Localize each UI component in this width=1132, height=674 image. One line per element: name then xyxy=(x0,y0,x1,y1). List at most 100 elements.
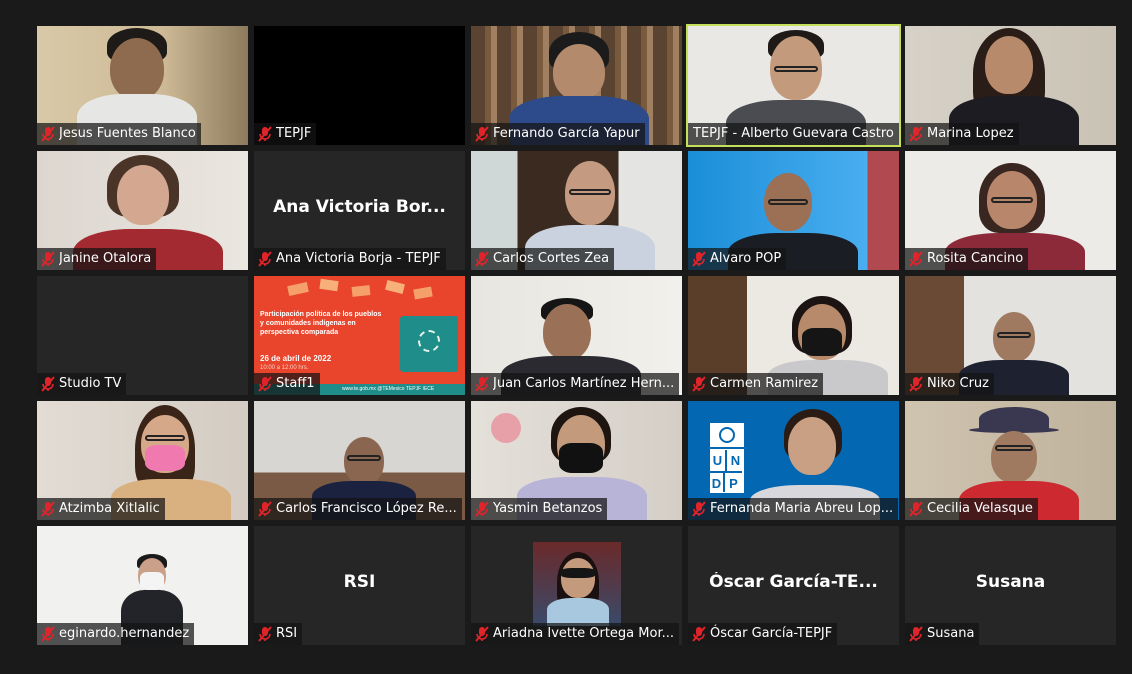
participant-name: Rosita Cancino xyxy=(927,251,1024,266)
participant-name: TEPJF xyxy=(276,126,312,141)
undp-logo: U N D P xyxy=(710,423,744,493)
video-tile-niko-cruz[interactable]: Niko Cruz xyxy=(905,276,1116,395)
un-emblem-icon xyxy=(719,427,735,443)
participant-name-bar: Marina Lopez xyxy=(905,123,1019,145)
video-tile-jesus-fuentes-blanco[interactable]: Jesus Fuentes Blanco xyxy=(37,26,248,145)
video-tile-fernanda-maria-abreu[interactable]: U N D P Fernanda Maria Abreu Lop... xyxy=(688,401,899,520)
participant-name: RSI xyxy=(276,626,298,641)
undp-letter: U xyxy=(710,449,727,471)
mic-muted-icon xyxy=(909,501,923,517)
video-tile-atzimba-xitlalic[interactable]: Atzimba Xitlalic xyxy=(37,401,248,520)
participant-name-bar: TEPJF - Alberto Guevara Castro xyxy=(688,123,899,145)
participant-name-bar: RSI xyxy=(254,623,303,645)
mic-muted-icon xyxy=(909,126,923,142)
participant-name-bar: Carlos Cortes Zea xyxy=(471,248,615,270)
participant-name: Carmen Ramirez xyxy=(710,376,819,391)
participant-name: Jesus Fuentes Blanco xyxy=(59,126,196,141)
participant-name-bar: Ana Victoria Borja - TEPJF xyxy=(254,248,446,270)
participant-name: Carlos Francisco López Re... xyxy=(276,501,457,516)
participant-name-bar: Niko Cruz xyxy=(905,373,994,395)
slide-date: 26 de abril de 2022 xyxy=(260,354,332,363)
video-tile-alvaro-pop[interactable]: Alvaro POP xyxy=(688,151,899,270)
participant-name: Marina Lopez xyxy=(927,126,1014,141)
participant-name: TEPJF - Alberto Guevara Castro xyxy=(693,126,894,141)
slide-footer: www.te.gob.mx @TEMexico TEPJF IECE xyxy=(342,386,435,392)
video-tile-carlos-francisco-lopez[interactable]: Carlos Francisco López Re... xyxy=(254,401,465,520)
mic-muted-icon xyxy=(41,501,55,517)
mic-muted-icon xyxy=(258,251,272,267)
meeting-window: Jesus Fuentes Blanco TEPJF Fernando Garc… xyxy=(0,0,1132,674)
video-tile-yasmin-betanzos[interactable]: Yasmin Betanzos xyxy=(471,401,682,520)
participant-name-bar: Staff1 xyxy=(254,373,320,395)
video-tile-fernando-garcia-yapur[interactable]: Fernando García Yapur xyxy=(471,26,682,145)
video-tile-carlos-cortes-zea[interactable]: Carlos Cortes Zea xyxy=(471,151,682,270)
participant-name-bar: Fernanda Maria Abreu Lop... xyxy=(688,498,899,520)
participant-name: Óscar García-TEPJF xyxy=(710,626,833,641)
participant-name-bar: Studio TV xyxy=(37,373,127,395)
video-tile-marina-lopez[interactable]: Marina Lopez xyxy=(905,26,1116,145)
participant-name: Ariadna Ivette Ortega Mor... xyxy=(493,626,674,641)
participant-name-bar: Yasmin Betanzos xyxy=(471,498,608,520)
mic-muted-icon xyxy=(41,126,55,142)
video-tile-ana-victoria-borja[interactable]: Ana Victoria Bor... Ana Victoria Borja -… xyxy=(254,151,465,270)
mic-muted-icon xyxy=(41,376,55,392)
participant-name: Fernanda Maria Abreu Lop... xyxy=(710,501,894,516)
mic-muted-icon xyxy=(909,251,923,267)
participant-placeholder-name: Óscar García-TE... xyxy=(709,572,878,592)
mic-muted-icon xyxy=(909,626,923,642)
participant-name: Yasmin Betanzos xyxy=(493,501,603,516)
undp-letter: D xyxy=(710,471,725,493)
participant-placeholder-name: Susana xyxy=(975,572,1046,592)
mic-muted-icon xyxy=(692,501,706,517)
participant-name: Juan Carlos Martínez Hern... xyxy=(493,376,675,391)
mic-muted-icon xyxy=(475,126,489,142)
slide-time: 10:00 a 12:00 hrs. xyxy=(260,365,309,371)
video-tile-juan-carlos-martinez[interactable]: Juan Carlos Martínez Hern... xyxy=(471,276,682,395)
video-tile-rosita-cancino[interactable]: Rosita Cancino xyxy=(905,151,1116,270)
mic-muted-icon xyxy=(41,251,55,267)
participant-name: Niko Cruz xyxy=(927,376,989,391)
participant-placeholder-name: Ana Victoria Bor... xyxy=(273,197,446,217)
undp-letter: N xyxy=(730,452,741,468)
mic-muted-icon xyxy=(258,501,272,517)
video-tile-studio-tv[interactable]: Studio TV xyxy=(37,276,248,395)
participant-placeholder-name: RSI xyxy=(343,572,376,592)
video-tile-carmen-ramirez[interactable]: Carmen Ramirez xyxy=(688,276,899,395)
video-tile-eginardo-hernandez[interactable]: eginardo.hernandez xyxy=(37,526,248,645)
mic-muted-icon xyxy=(41,626,55,642)
mic-muted-icon xyxy=(258,626,272,642)
video-tile-rsi[interactable]: RSI RSI xyxy=(254,526,465,645)
participant-name-bar: TEPJF xyxy=(254,123,317,145)
participant-name: Cecilia Velasque xyxy=(927,501,1033,516)
mic-muted-icon xyxy=(258,126,272,142)
participant-name-bar: Carmen Ramirez xyxy=(688,373,824,395)
video-tile-staff1[interactable]: Participación política de los pueblos y … xyxy=(254,276,465,395)
participant-name-bar: Carlos Francisco López Re... xyxy=(254,498,462,520)
mic-muted-icon xyxy=(475,626,489,642)
participant-name: Janine Otalora xyxy=(59,251,152,266)
video-tile-ariadna-ivette-ortega[interactable]: Ariadna Ivette Ortega Mor... xyxy=(471,526,682,645)
participant-name: Alvaro POP xyxy=(710,251,782,266)
mic-muted-icon xyxy=(692,376,706,392)
participant-name-bar: Óscar García-TEPJF xyxy=(688,623,838,645)
gallery-grid: Jesus Fuentes Blanco TEPJF Fernando Garc… xyxy=(37,24,1120,647)
participant-name-bar: Fernando García Yapur xyxy=(471,123,645,145)
participant-name: Ana Victoria Borja - TEPJF xyxy=(276,251,441,266)
mic-muted-icon xyxy=(692,626,706,642)
participant-name: Atzimba Xitlalic xyxy=(59,501,160,516)
participant-name: Fernando García Yapur xyxy=(493,126,640,141)
participant-name-bar: Jesus Fuentes Blanco xyxy=(37,123,201,145)
video-tile-susana[interactable]: Susana Susana xyxy=(905,526,1116,645)
mic-muted-icon xyxy=(475,376,489,392)
participant-name-bar: Rosita Cancino xyxy=(905,248,1029,270)
participant-name-bar: eginardo.hernandez xyxy=(37,623,195,645)
video-tile-oscar-garcia[interactable]: Óscar García-TE... Óscar García-TEPJF xyxy=(688,526,899,645)
participant-name-bar: Janine Otalora xyxy=(37,248,157,270)
participant-name-bar: Ariadna Ivette Ortega Mor... xyxy=(471,623,679,645)
video-tile-alberto-guevara-castro[interactable]: TEPJF - Alberto Guevara Castro xyxy=(686,24,901,147)
video-tile-tepjf[interactable]: TEPJF xyxy=(254,26,465,145)
participant-name: Susana xyxy=(927,626,975,641)
mic-muted-icon xyxy=(258,376,272,392)
video-tile-janine-otalora[interactable]: Janine Otalora xyxy=(37,151,248,270)
video-tile-cecilia-velasque[interactable]: Cecilia Velasque xyxy=(905,401,1116,520)
